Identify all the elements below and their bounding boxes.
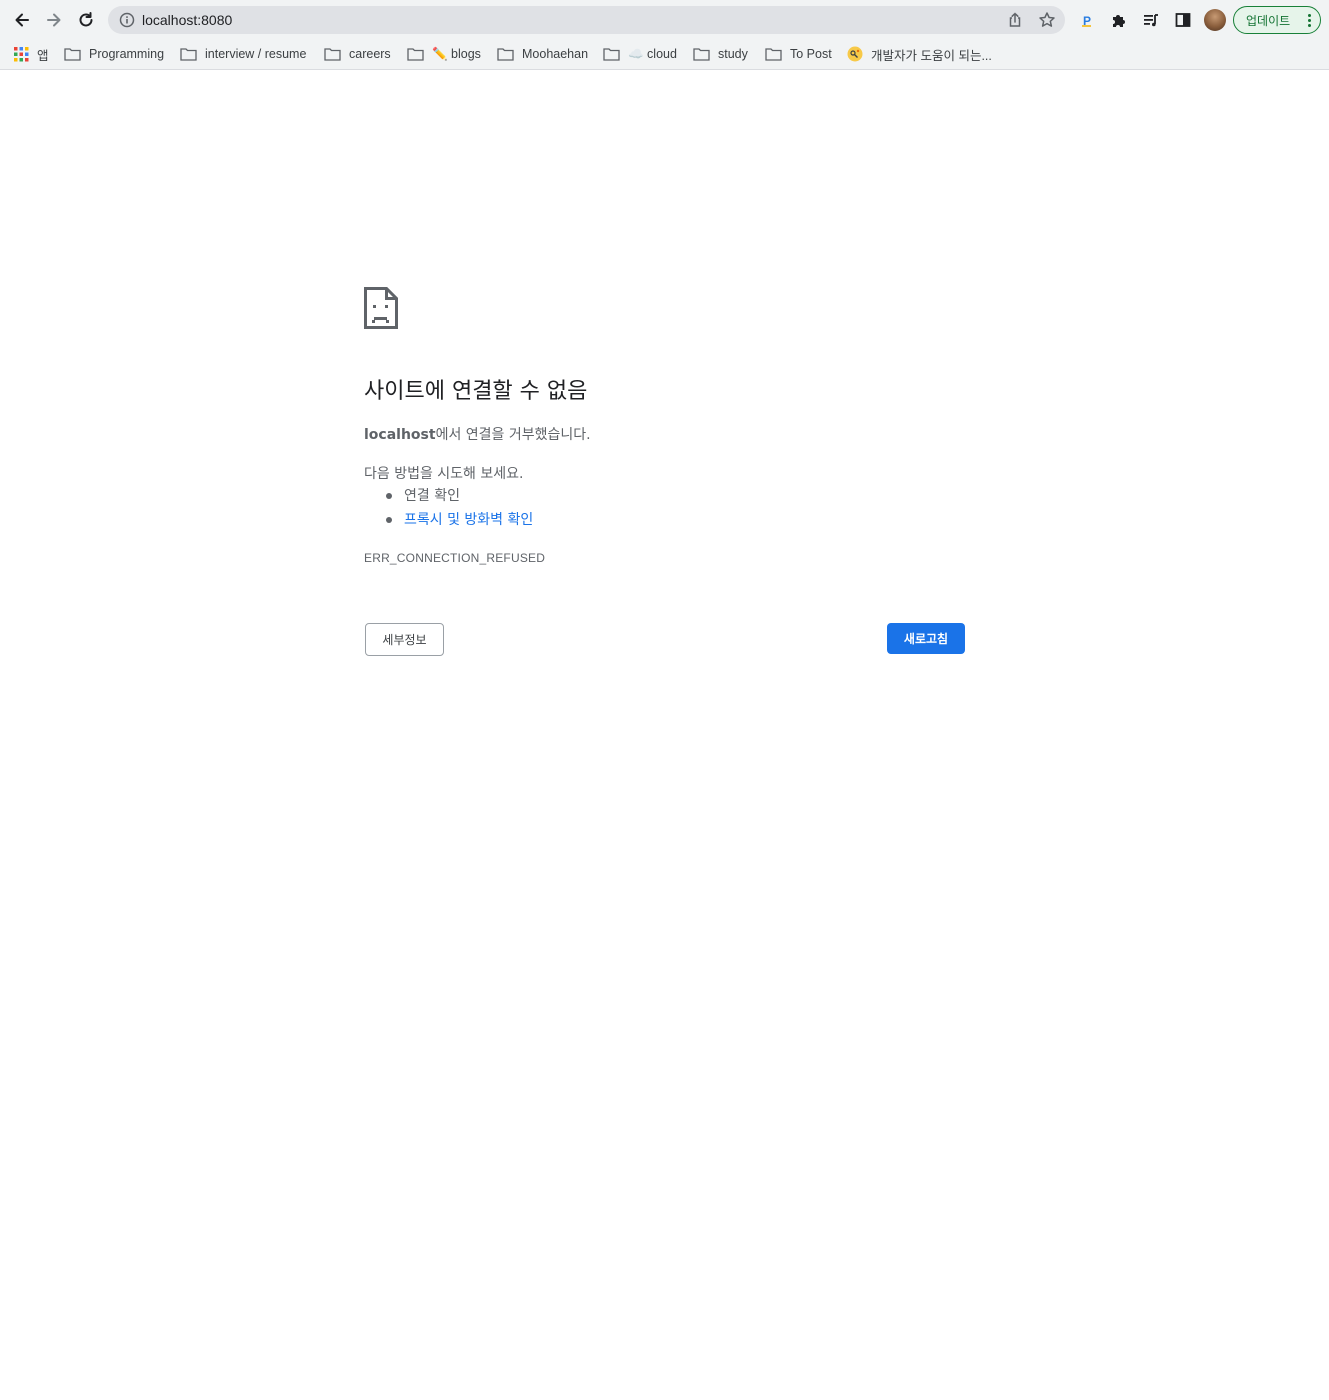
url-text[interactable]: localhost:8080 — [142, 6, 232, 34]
bookmark-folder-programming[interactable]: Programming — [64, 40, 164, 68]
error-description-text: 에서 연결을 거부했습니다. — [435, 427, 591, 443]
site-favicon — [847, 46, 863, 62]
side-panel-icon[interactable] — [1172, 9, 1194, 31]
suggestions-list: 연결 확인 프록시 및 방화벽 확인 — [386, 487, 533, 535]
bookmark-label: To Post — [790, 47, 832, 61]
extensions-puzzle-icon[interactable] — [1108, 9, 1130, 31]
apps-grid-icon — [14, 46, 29, 61]
forward-arrow-icon — [47, 13, 61, 27]
suggestion-check-proxy-item: 프록시 및 방화벽 확인 — [386, 511, 533, 535]
bookmark-label: Programming — [89, 47, 165, 61]
error-code: ERR_CONNECTION_REFUSED — [364, 551, 546, 565]
bookmark-label: ☁️ cloud — [628, 46, 677, 61]
profile-avatar[interactable] — [1204, 9, 1226, 31]
bookmark-folder-to-post[interactable]: To Post — [765, 40, 832, 68]
suggestion-check-connection: 연결 확인 — [386, 487, 533, 511]
address-bar[interactable]: localhost:8080 — [108, 6, 1065, 34]
bookmark-label: 앱 — [37, 48, 49, 63]
bookmark-folder-cloud[interactable]: ☁️ cloud — [603, 40, 677, 68]
back-arrow-icon — [15, 13, 29, 27]
bookmark-site-dev-help[interactable]: 개발자가 도움이 되는... — [847, 40, 992, 68]
update-button-label: 업데이트 — [1246, 13, 1291, 28]
back-button[interactable] — [8, 6, 36, 34]
reload-icon — [79, 12, 93, 27]
folder-icon — [693, 48, 710, 61]
browser-toolbar: localhost:8080 P 업데이트 — [0, 0, 1329, 40]
bookmark-star-icon[interactable] — [1038, 11, 1056, 29]
media-queue-icon[interactable] — [1140, 9, 1162, 31]
error-host: localhost — [364, 427, 436, 443]
bookmark-folder-study[interactable]: study — [693, 40, 748, 68]
error-title: 사이트에 연결할 수 없음 — [364, 379, 588, 404]
share-icon[interactable] — [1006, 11, 1024, 29]
bookmark-folder-moohaehan[interactable]: Moohaehan — [497, 40, 588, 68]
folder-icon — [407, 48, 424, 61]
folder-icon — [603, 48, 620, 61]
bookmark-label: careers — [349, 47, 391, 61]
update-button[interactable]: 업데이트 — [1233, 6, 1321, 34]
bookmark-label: Moohaehan — [522, 47, 589, 61]
sad-page-icon — [364, 287, 398, 329]
reload-button[interactable]: 새로고침 — [887, 623, 965, 654]
bookmark-folder-blogs[interactable]: ✏️ blogs — [407, 40, 481, 68]
site-info-icon[interactable] — [118, 11, 136, 29]
check-proxy-firewall-link[interactable]: 프록시 및 방화벽 확인 — [404, 512, 533, 528]
folder-icon — [765, 48, 782, 61]
error-page: 사이트에 연결할 수 없음 localhost에서 연결을 거부했습니다. 다음… — [0, 71, 1329, 1400]
menu-kebab-icon — [1308, 14, 1311, 27]
bookmark-label: ✏️ blogs — [432, 46, 481, 61]
bookmark-folder-interview[interactable]: interview / resume — [180, 40, 306, 68]
details-button[interactable]: 세부정보 — [365, 623, 444, 656]
error-description: localhost에서 연결을 거부했습니다. — [364, 424, 591, 444]
folder-icon — [497, 48, 514, 61]
bookmark-label: interview / resume — [205, 47, 307, 61]
folder-icon — [180, 48, 197, 61]
folder-icon — [324, 48, 341, 61]
forward-button[interactable] — [40, 6, 68, 34]
bookmark-apps[interactable]: 앱 — [14, 40, 49, 68]
bookmarks-bar: 앱 Programming interview / resume careers… — [0, 40, 1329, 70]
bookmark-folder-careers[interactable]: careers — [324, 40, 391, 68]
folder-icon — [64, 48, 81, 61]
bookmark-label: study — [718, 47, 748, 61]
extension-p-icon[interactable]: P — [1076, 9, 1098, 31]
suggestions-heading: 다음 방법을 시도해 보세요. — [364, 466, 524, 482]
bookmark-label: 개발자가 도움이 되는... — [871, 48, 992, 63]
reload-toolbar-button[interactable] — [72, 6, 100, 34]
